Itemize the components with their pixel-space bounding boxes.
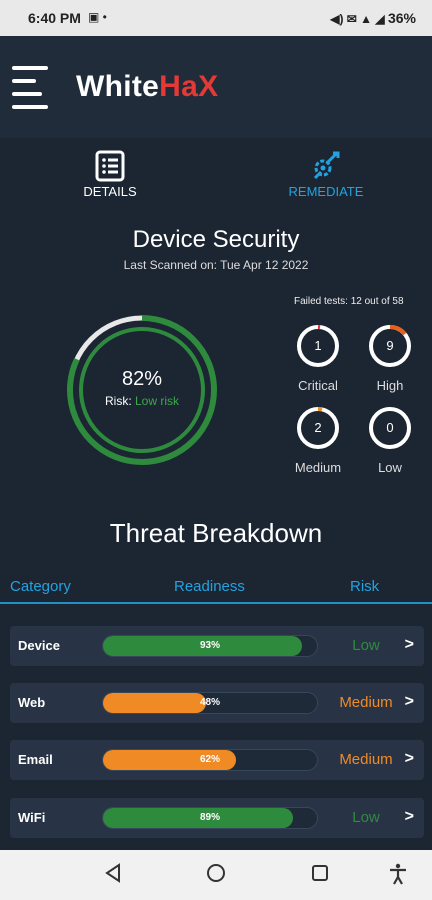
row-risk: Low [352,809,380,826]
readiness-value: 89% [199,812,220,823]
row-risk: Medium [339,751,393,768]
chevron-right-icon[interactable]: > [405,750,414,768]
tab-details-label: DETAILS [83,184,137,199]
risk-prefix: Risk: [104,394,132,408]
threat-table-header: Category Readiness Risk [0,578,432,604]
column-risk: Risk [350,578,380,595]
readiness-bar: 62% [102,749,318,771]
system-icons: ◀) ✉ ▲ ◢ 36% [330,10,416,26]
app-logo: WhiteHaX [76,70,218,104]
notification-icons: ▣ • [88,10,107,24]
column-readiness: Readiness [174,578,245,595]
readiness-gauge: 82% Risk: Low risk [64,312,220,468]
low-label: Low [378,460,402,475]
readiness-bar: 48% [102,692,318,714]
chevron-right-icon[interactable]: > [405,808,414,826]
status-time: 6:40 PM [28,10,81,26]
accessibility-icon[interactable] [388,863,408,885]
tab-details[interactable]: DETAILS [40,148,180,208]
tab-bar: DETAILS REMEDIATE [0,148,432,208]
critical-count[interactable]: 1 Critical [288,324,348,393]
device-security-title: Device Security [132,226,300,253]
column-category: Category [10,578,71,595]
critical-value: 1 [314,338,322,353]
readiness-value: 48% [199,697,220,708]
threat-row-web[interactable]: Web 48% Medium > [10,683,424,723]
list-document-icon [95,150,125,182]
battery-level: 36% [387,10,416,26]
readiness-bar: 93% [102,635,318,657]
row-category: Web [18,695,46,710]
medium-value: 2 [314,420,322,435]
wrench-gear-icon [313,151,340,180]
back-triangle-icon[interactable] [104,863,122,883]
threat-row-wifi[interactable]: WiFi 89% Low > [10,798,424,838]
home-circle-icon[interactable] [206,863,226,883]
threat-row-device[interactable]: Device 93% Low > [10,626,424,666]
high-count[interactable]: 9 High [360,324,420,393]
logo-red-text: HaX [159,70,219,103]
low-value: 0 [386,420,394,435]
threat-breakdown-title: Threat Breakdown [109,518,323,548]
logo-white-text: White [76,70,160,103]
low-count[interactable]: 0 Low [360,406,420,475]
medium-count[interactable]: 2 Medium [288,406,348,475]
medium-label: Medium [294,460,342,475]
readiness-bar: 89% [102,807,318,829]
readiness-value: 62% [199,754,220,765]
risk-summary: Risk: Low risk [64,394,220,408]
menu-icon[interactable] [12,66,52,110]
high-value: 9 [386,338,394,353]
row-category: Email [18,752,53,767]
app-header: WhiteHaX [0,36,432,138]
row-risk: Low [352,637,380,654]
critical-label: Critical [298,378,338,393]
status-bar: 6:40 PM ▣ • ◀) ✉ ▲ ◢ 36% [0,0,432,36]
system-nav-bar [0,850,432,900]
high-label: High [376,378,404,393]
risk-value: Low risk [135,394,180,408]
threat-row-email[interactable]: Email 62% Medium > [10,740,424,780]
chevron-right-icon[interactable]: > [405,693,414,711]
failed-tests-text: Failed tests: 12 out of 58 [294,296,404,307]
row-category: WiFi [18,810,46,825]
row-risk: Medium [339,694,393,711]
signal-icons: ◀) ✉ ▲ ◢ [330,12,385,26]
readiness-percent: 82% [121,368,163,390]
last-scanned-text: Last Scanned on: Tue Apr 12 2022 [123,258,309,272]
recents-square-icon[interactable] [311,863,329,883]
tab-remediate-label: REMEDIATE [288,184,364,199]
row-category: Device [18,638,60,653]
chevron-right-icon[interactable]: > [405,636,414,654]
tab-remediate[interactable]: REMEDIATE [256,148,396,208]
readiness-value: 93% [199,640,220,651]
